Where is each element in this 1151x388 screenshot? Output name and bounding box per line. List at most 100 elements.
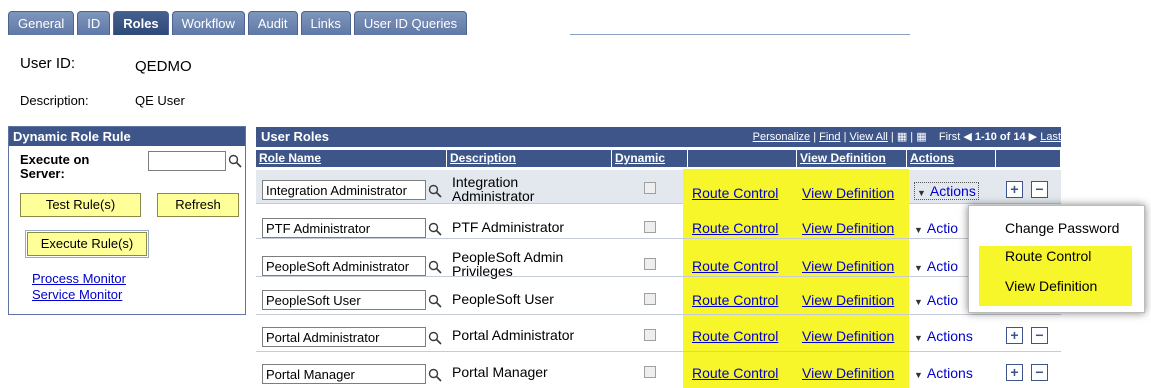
process-monitor-link[interactable]: Process Monitor (32, 271, 126, 286)
dynamic-role-rule-title: Dynamic Role Rule (9, 127, 245, 146)
route-control-link[interactable]: Route Control (692, 220, 778, 236)
view-definition-link[interactable]: View Definition (802, 220, 894, 236)
menu-item-route-control[interactable]: Route Control (969, 248, 1146, 264)
tab-id[interactable]: ID (77, 11, 111, 35)
tab-divider (570, 34, 910, 35)
user-roles-title-bar: User Roles Personalize | Find | View All… (256, 127, 1061, 147)
role-name-field[interactable]: Portal Manager (262, 364, 426, 384)
search-icon[interactable] (428, 368, 442, 382)
user-id-value: QEDMO (135, 58, 192, 75)
personalize-link[interactable]: Personalize (753, 131, 810, 143)
previous-arrow-icon[interactable]: ◀ (963, 131, 971, 143)
chevron-down-icon: ▼ (914, 225, 923, 235)
route-control-link[interactable]: Route Control (692, 365, 778, 381)
refresh-button[interactable]: Refresh (157, 193, 239, 217)
next-arrow-icon[interactable]: ▶ (1029, 131, 1037, 143)
grid-navigation: Personalize | Find | View All | ▦ | ▦ Fi… (752, 131, 1061, 143)
role-name-field[interactable]: PTF Administrator (262, 218, 426, 238)
tab-roles[interactable]: Roles (113, 11, 169, 35)
add-row-button[interactable]: + (1006, 364, 1023, 381)
col-view-definition[interactable]: View Definition (797, 150, 907, 167)
actions-menu[interactable]: ▼ Actio (914, 258, 958, 274)
tab-workflow[interactable]: Workflow (171, 11, 245, 35)
view-definition-link[interactable]: View Definition (802, 185, 894, 201)
role-description: Portal Manager (452, 364, 548, 380)
dynamic-checkbox[interactable] (644, 221, 656, 233)
user-id-label: User ID: (20, 55, 76, 72)
server-input[interactable] (148, 151, 226, 171)
chevron-down-icon: ▼ (914, 333, 923, 343)
tab-general[interactable]: General (8, 11, 75, 35)
col-role-name[interactable]: Role Name (256, 150, 447, 167)
role-name-field[interactable]: Portal Administrator (262, 327, 426, 347)
route-control-link[interactable]: Route Control (692, 258, 778, 274)
role-description: Integration Administrator (452, 174, 535, 204)
test-rules-button[interactable]: Test Rule(s) (20, 193, 141, 217)
execute-on-server-label: Execute on Server: (20, 152, 90, 181)
search-icon[interactable] (428, 260, 442, 274)
user-roles-title: User Roles (261, 129, 329, 144)
add-row-button[interactable]: + (1006, 181, 1023, 198)
find-link[interactable]: Find (819, 131, 840, 143)
actions-menu[interactable]: ▼ Actio (914, 220, 958, 236)
search-icon[interactable] (228, 154, 242, 168)
actions-menu[interactable]: ▼ Actions (914, 328, 973, 344)
role-name-field[interactable]: Integration Administrator (262, 180, 426, 200)
execute-rules-button[interactable]: Execute Rule(s) (25, 230, 149, 258)
col-dynamic[interactable]: Dynamic (612, 150, 688, 167)
view-definition-link[interactable]: View Definition (802, 258, 894, 274)
search-icon[interactable] (428, 184, 442, 198)
description-value: QE User (135, 93, 185, 108)
search-icon[interactable] (428, 222, 442, 236)
download-icon[interactable]: ▦ (916, 131, 926, 143)
tab-bar: General ID Roles Workflow Audit Links Us… (8, 11, 470, 35)
role-name-field[interactable]: PeopleSoft User (262, 290, 426, 310)
actions-popup-menu: Change Password Route Control View Defin… (968, 205, 1145, 313)
view-definition-link[interactable]: View Definition (802, 328, 894, 344)
col-route-control (688, 150, 797, 167)
actions-menu[interactable]: ▼ Actions (914, 182, 979, 200)
view-definition-link[interactable]: View Definition (802, 365, 894, 381)
role-name-field[interactable]: PeopleSoft Administrator (262, 256, 426, 276)
tab-user-id-queries[interactable]: User ID Queries (353, 11, 468, 35)
delete-row-button[interactable]: − (1031, 181, 1048, 198)
delete-row-button[interactable]: − (1031, 327, 1048, 344)
search-icon[interactable] (428, 331, 442, 345)
chevron-down-icon: ▼ (914, 370, 923, 380)
role-description: PeopleSoft User (452, 291, 554, 307)
menu-item-change-password[interactable]: Change Password (969, 220, 1146, 236)
col-description[interactable]: Description (447, 150, 612, 167)
row-range: 1-10 of 14 (974, 131, 1026, 143)
role-description: PeopleSoft Admin Privileges (452, 249, 564, 279)
last-link[interactable]: Last (1040, 131, 1061, 143)
menu-item-view-definition[interactable]: View Definition (969, 278, 1146, 294)
dynamic-checkbox[interactable] (644, 329, 656, 341)
actions-menu[interactable]: ▼ Actio (914, 292, 958, 308)
route-control-link[interactable]: Route Control (692, 328, 778, 344)
chevron-down-icon: ▼ (914, 297, 923, 307)
view-definition-link[interactable]: View Definition (802, 292, 894, 308)
chevron-down-icon: ▼ (917, 188, 926, 198)
add-row-button[interactable]: + (1006, 327, 1023, 344)
delete-row-button[interactable]: − (1031, 364, 1048, 381)
col-actions[interactable]: Actions (907, 150, 996, 167)
role-description: Portal Administrator (452, 327, 575, 343)
role-description: PTF Administrator (452, 219, 565, 235)
search-icon[interactable] (428, 294, 442, 308)
tab-audit[interactable]: Audit (247, 11, 298, 35)
dynamic-checkbox[interactable] (644, 258, 656, 270)
route-control-link[interactable]: Route Control (692, 292, 778, 308)
chevron-down-icon: ▼ (914, 263, 923, 273)
dynamic-checkbox[interactable] (644, 182, 656, 194)
actions-menu[interactable]: ▼ Actions (914, 365, 973, 381)
first-label[interactable]: First (939, 131, 960, 143)
dynamic-checkbox[interactable] (644, 293, 656, 305)
col-add-delete (996, 150, 1061, 167)
description-label: Description: (20, 93, 89, 108)
tab-links[interactable]: Links (300, 11, 351, 35)
service-monitor-link[interactable]: Service Monitor (32, 287, 122, 302)
view-all-link[interactable]: View All (850, 131, 888, 143)
view-grid-icon[interactable]: ▦ (897, 131, 907, 143)
route-control-link[interactable]: Route Control (692, 185, 778, 201)
dynamic-checkbox[interactable] (644, 366, 656, 378)
